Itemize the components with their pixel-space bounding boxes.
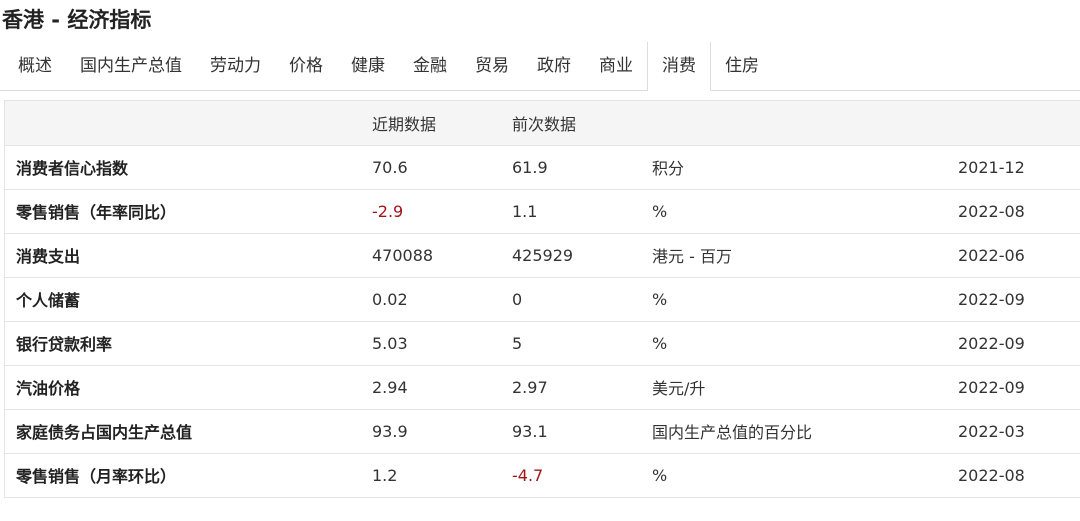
- indicator-link[interactable]: 个人储蓄: [5, 277, 372, 322]
- previous-value: -4.7: [512, 453, 652, 498]
- recent-value: 470088: [372, 233, 512, 278]
- reference-date: 2022-09: [958, 321, 1080, 366]
- header-previous: 前次数据: [512, 101, 652, 146]
- previous-value: 0: [512, 277, 652, 322]
- previous-value: 2.97: [512, 365, 652, 410]
- previous-value: 5: [512, 321, 652, 366]
- header-unit: [652, 101, 958, 146]
- table-header-row: 近期数据 前次数据: [5, 101, 1080, 146]
- unit: 国内生产总值的百分比: [652, 409, 958, 454]
- tab-gdp[interactable]: 国内生产总值: [66, 42, 196, 90]
- reference-date: 2022-03: [958, 409, 1080, 454]
- previous-value: 1.1: [512, 189, 652, 234]
- unit: 港元 - 百万: [652, 233, 958, 278]
- indicators-table: 近期数据 前次数据 消费者信心指数 70.6 61.9 积分 2021-12 零…: [4, 100, 1080, 498]
- header-date: [958, 101, 1080, 146]
- tab-business[interactable]: 商业: [585, 42, 647, 90]
- tab-health[interactable]: 健康: [337, 42, 399, 90]
- recent-value: 2.94: [372, 365, 512, 410]
- table-row: 零售销售（年率同比） -2.9 1.1 % 2022-08: [5, 189, 1080, 234]
- indicator-link[interactable]: 汽油价格: [5, 365, 372, 410]
- indicator-link[interactable]: 消费者信心指数: [5, 145, 372, 190]
- table-row: 零售销售（月率环比） 1.2 -4.7 % 2022-08: [5, 453, 1080, 498]
- recent-value: 70.6: [372, 145, 512, 190]
- indicator-link[interactable]: 家庭债务占国内生产总值: [5, 409, 372, 454]
- tab-government[interactable]: 政府: [523, 42, 585, 90]
- unit: 积分: [652, 145, 958, 190]
- page-title: 香港 - 经济指标: [2, 8, 152, 32]
- table-row: 个人储蓄 0.02 0 % 2022-09: [5, 277, 1080, 322]
- recent-value: 93.9: [372, 409, 512, 454]
- unit: %: [652, 277, 958, 322]
- tab-bar: 概述 国内生产总值 劳动力 价格 健康 金融 贸易 政府 商业 消费 住房: [0, 42, 1080, 91]
- table-row: 消费支出 470088 425929 港元 - 百万 2022-06: [5, 233, 1080, 278]
- reference-date: 2022-09: [958, 365, 1080, 410]
- indicator-link[interactable]: 银行贷款利率: [5, 321, 372, 366]
- tab-money[interactable]: 金融: [399, 42, 461, 90]
- table-row: 银行贷款利率 5.03 5 % 2022-09: [5, 321, 1080, 366]
- tab-labour[interactable]: 劳动力: [196, 42, 275, 90]
- recent-value: 5.03: [372, 321, 512, 366]
- previous-value: 425929: [512, 233, 652, 278]
- reference-date: 2021-12: [958, 145, 1080, 190]
- table-row: 消费者信心指数 70.6 61.9 积分 2021-12: [5, 145, 1080, 190]
- tab-prices[interactable]: 价格: [275, 42, 337, 90]
- recent-value: 1.2: [372, 453, 512, 498]
- reference-date: 2022-06: [958, 233, 1080, 278]
- reference-date: 2022-09: [958, 277, 1080, 322]
- tab-trade[interactable]: 贸易: [461, 42, 523, 90]
- indicator-link[interactable]: 零售销售（月率环比）: [5, 453, 372, 498]
- recent-value: 0.02: [372, 277, 512, 322]
- recent-value: -2.9: [372, 189, 512, 234]
- unit: %: [652, 453, 958, 498]
- reference-date: 2022-08: [958, 453, 1080, 498]
- header-name: [5, 101, 372, 146]
- tab-overview[interactable]: 概述: [0, 42, 66, 90]
- indicator-link[interactable]: 消费支出: [5, 233, 372, 278]
- previous-value: 93.1: [512, 409, 652, 454]
- unit: %: [652, 189, 958, 234]
- reference-date: 2022-08: [958, 189, 1080, 234]
- unit: %: [652, 321, 958, 366]
- tab-housing[interactable]: 住房: [711, 42, 773, 90]
- header-recent: 近期数据: [372, 101, 512, 146]
- previous-value: 61.9: [512, 145, 652, 190]
- table-row: 汽油价格 2.94 2.97 美元/升 2022-09: [5, 365, 1080, 410]
- unit: 美元/升: [652, 365, 958, 410]
- table-row: 家庭债务占国内生产总值 93.9 93.1 国内生产总值的百分比 2022-03: [5, 409, 1080, 454]
- tab-consumer[interactable]: 消费: [647, 42, 711, 91]
- indicator-link[interactable]: 零售销售（年率同比）: [5, 189, 372, 234]
